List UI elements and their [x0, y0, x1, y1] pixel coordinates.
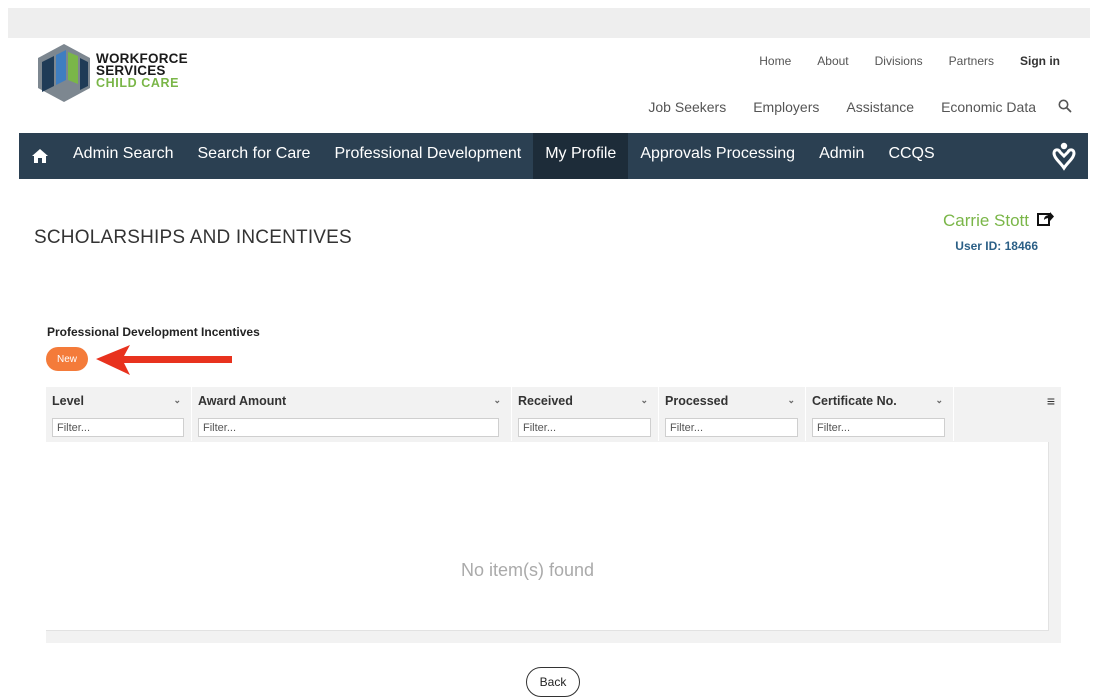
nav-link-job-seekers[interactable]: Job Seekers: [648, 99, 726, 115]
child-care-heart-icon[interactable]: [1050, 141, 1078, 171]
logo-line-3: CHILD CARE: [96, 76, 180, 90]
filter-input-certificate-no[interactable]: [812, 418, 945, 437]
column-header-award-amount[interactable]: Award Amount ⌄: [192, 387, 511, 414]
column-award-amount: Award Amount ⌄: [192, 387, 512, 441]
chevron-down-icon[interactable]: ⌄: [173, 395, 181, 406]
grid-header: Level ⌄ Award Amount ⌄ Received ⌄ Processed…: [46, 387, 1061, 441]
user-name-row: Carrie Stott: [943, 211, 1054, 231]
filter-input-award-amount[interactable]: [198, 418, 499, 437]
filter-input-received[interactable]: [518, 418, 651, 437]
user-id: User ID: 18466: [955, 239, 1038, 253]
utility-nav: Home About Divisions Partners Sign in: [733, 54, 1060, 68]
util-link-home[interactable]: Home: [759, 54, 791, 68]
main-nav-bar: Admin Search Search for Care Professiona…: [19, 133, 1088, 179]
share-icon[interactable]: [1037, 211, 1054, 231]
logo-mark-icon: [38, 44, 90, 102]
user-info: Carrie Stott User ID: 18466: [943, 211, 1054, 253]
column-label: Received: [518, 393, 573, 408]
column-header-received[interactable]: Received ⌄: [512, 387, 658, 414]
nav-my-profile[interactable]: My Profile: [533, 133, 629, 179]
column-menu-icon[interactable]: ≡: [1047, 393, 1055, 409]
empty-message: No item(s) found: [460, 560, 595, 580]
nav-link-assistance[interactable]: Assistance: [846, 99, 914, 115]
search-icon[interactable]: [1058, 99, 1074, 115]
section-title: Professional Development Incentives: [47, 325, 260, 339]
sign-in-link[interactable]: Sign in: [1020, 54, 1060, 68]
chevron-down-icon[interactable]: ⌄: [935, 395, 943, 406]
red-arrow-annotation: [96, 345, 232, 375]
column-certificate-no: Certificate No. ⌄: [806, 387, 954, 441]
chevron-down-icon[interactable]: ⌄: [493, 395, 501, 406]
nav-professional-development[interactable]: Professional Development: [322, 133, 533, 179]
column-label: Certificate No.: [812, 393, 897, 408]
column-label: Processed: [665, 393, 729, 408]
nav-admin-search[interactable]: Admin Search: [61, 133, 186, 179]
nav-search-for-care[interactable]: Search for Care: [186, 133, 323, 179]
browser-top-strip: [8, 8, 1090, 38]
filter-input-level[interactable]: [52, 418, 184, 437]
column-received: Received ⌄: [512, 387, 659, 441]
util-link-divisions[interactable]: Divisions: [875, 54, 923, 68]
nav-link-employers[interactable]: Employers: [753, 99, 819, 115]
page-title: SCHOLARSHIPS AND INCENTIVES: [34, 227, 352, 248]
chevron-down-icon[interactable]: ⌄: [787, 395, 795, 406]
filter-input-processed[interactable]: [665, 418, 798, 437]
util-link-partners[interactable]: Partners: [949, 54, 994, 68]
back-button[interactable]: Back: [526, 667, 580, 697]
incentives-grid: Level ⌄ Award Amount ⌄ Received ⌄ Processed…: [46, 387, 1061, 643]
logo-wordmark: WORKFORCE SERVICES CHILD CARE: [96, 52, 188, 90]
column-label: Award Amount: [198, 393, 287, 408]
chevron-down-icon[interactable]: ⌄: [640, 395, 648, 406]
column-label: Level: [52, 393, 84, 408]
nav-ccqs[interactable]: CCQS: [876, 133, 946, 179]
grid-body: No item(s) found: [46, 442, 1049, 631]
column-header-processed[interactable]: Processed ⌄: [659, 387, 805, 414]
user-name[interactable]: Carrie Stott: [943, 211, 1029, 231]
nav-link-economic-data[interactable]: Economic Data: [941, 99, 1036, 115]
column-header-certificate-no[interactable]: Certificate No. ⌄: [806, 387, 953, 414]
home-icon[interactable]: [19, 133, 61, 179]
secondary-nav: Job Seekers Employers Assistance Economi…: [621, 99, 1074, 115]
column-processed: Processed ⌄: [659, 387, 806, 441]
workforce-services-logo[interactable]: WORKFORCE SERVICES CHILD CARE: [34, 40, 214, 106]
column-level: Level ⌄: [46, 387, 192, 441]
nav-admin[interactable]: Admin: [807, 133, 876, 179]
column-header-level[interactable]: Level ⌄: [46, 387, 191, 414]
util-link-about[interactable]: About: [817, 54, 848, 68]
nav-approvals-processing[interactable]: Approvals Processing: [628, 133, 807, 179]
new-button[interactable]: New: [46, 347, 88, 371]
